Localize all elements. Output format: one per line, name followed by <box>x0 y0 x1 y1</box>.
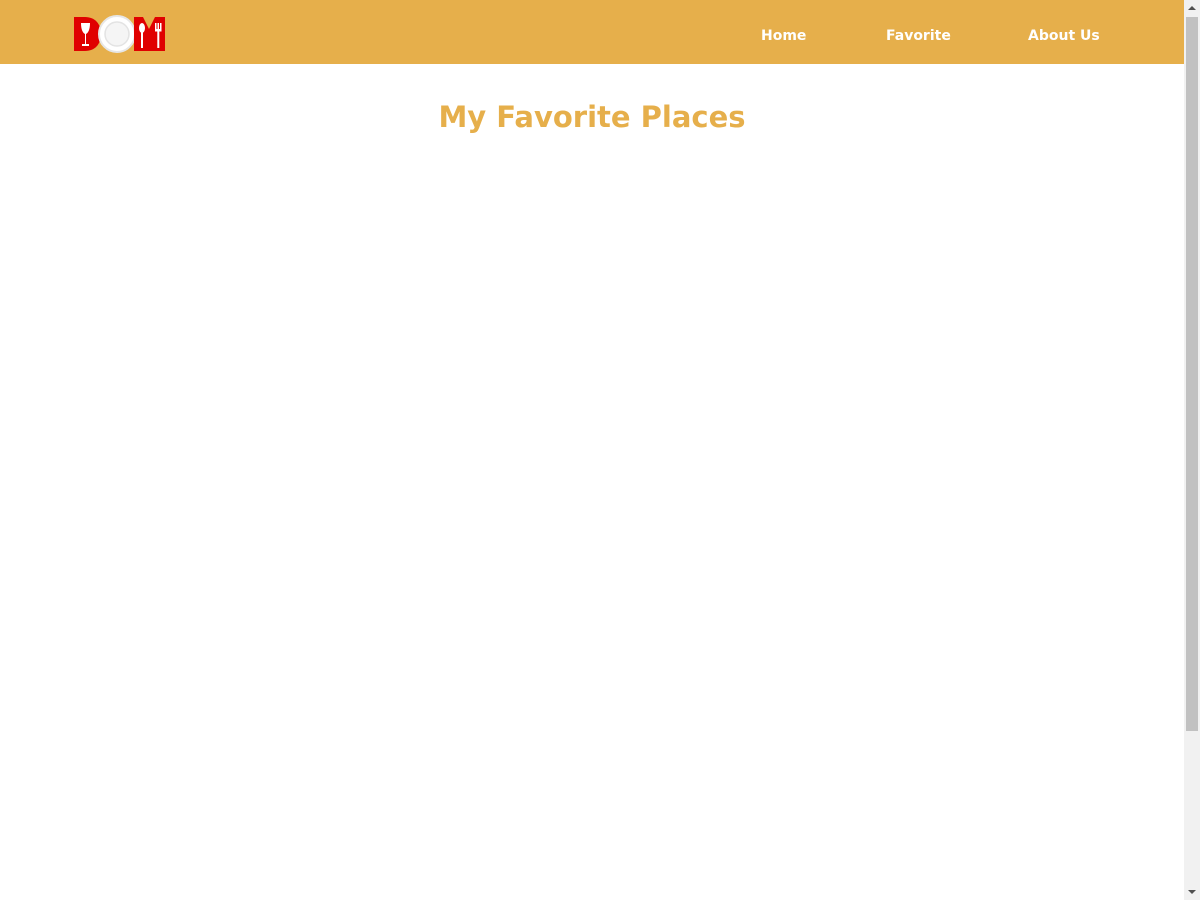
restaurant-logo-icon <box>74 15 165 53</box>
vertical-scrollbar[interactable] <box>1184 0 1200 900</box>
nav-favorite-link[interactable]: Favorite <box>886 26 951 46</box>
nav-about-link[interactable]: About Us <box>1028 26 1100 46</box>
site-logo[interactable] <box>73 13 167 55</box>
nav-home-link[interactable]: Home <box>761 26 806 46</box>
page-viewport: Home Favorite About Us My Favorite Place… <box>0 0 1184 900</box>
page-title: My Favorite Places <box>438 100 746 134</box>
scroll-down-arrow-icon[interactable] <box>1184 884 1200 900</box>
scrollbar-thumb[interactable] <box>1186 17 1198 731</box>
scroll-up-arrow-icon[interactable] <box>1184 0 1200 16</box>
top-navbar: Home Favorite About Us <box>0 0 1184 64</box>
